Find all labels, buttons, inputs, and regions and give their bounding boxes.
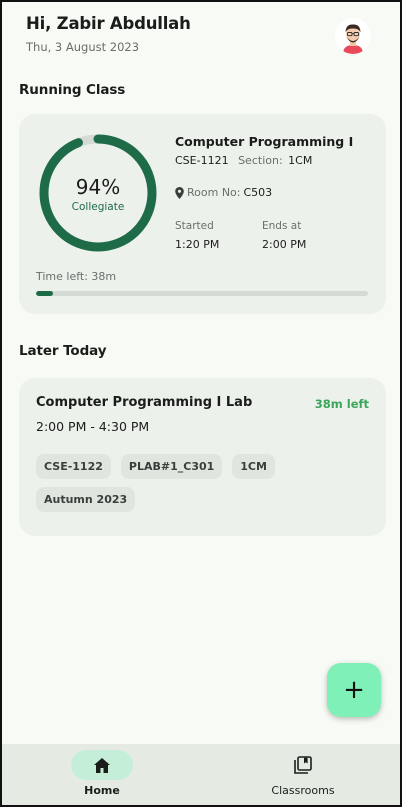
home-icon [94,757,110,773]
room-value: C503 [243,186,273,199]
ends-label: Ends at [262,220,302,232]
later-time-left: 38m left [314,397,369,411]
nav-classrooms-indicator [272,750,334,780]
bottom-navigation: Home Classrooms [2,744,400,805]
greeting-title: Hi, Zabir Abdullah [26,14,191,33]
later-tags: CSE-1122 PLAB#1_C301 1CM Autumn 2023 [36,454,376,512]
tag-chip: PLAB#1_C301 [120,454,223,479]
running-class-card[interactable]: 94% Collegiate Computer Programming I CS… [19,114,386,314]
tag-chip: CSE-1122 [36,454,111,479]
started-time: 1:20 PM [175,238,220,251]
tag-chip: Autumn 2023 [36,487,136,512]
classrooms-icon [294,756,312,774]
ends-time: 2:00 PM [262,238,307,251]
attendance-grade: Collegiate [71,201,125,213]
tag-chip: 1CM [232,454,275,479]
room-label: Room No: [187,186,241,199]
time-left-text: Time left: 38m [36,270,117,283]
later-course-title: Computer Programming I Lab [36,395,253,410]
later-time-range: 2:00 PM - 4:30 PM [36,419,150,434]
nav-item-classrooms[interactable]: Classrooms [244,744,362,805]
time-progress-fill [36,291,53,296]
nav-home-indicator [71,750,133,780]
section-label: Section: [238,154,283,167]
location-pin-icon [175,186,184,199]
nav-home-label: Home [84,784,120,797]
running-course-meta: CSE-1121 Section: 1CM [175,154,312,167]
later-today-heading: Later Today [19,343,107,359]
running-course-title: Computer Programming I [175,134,354,149]
attendance-percent: 94% [75,175,121,199]
running-class-heading: Running Class [19,82,126,98]
current-date: Thu, 3 August 2023 [26,40,140,54]
add-class-button[interactable]: + [327,663,381,717]
running-course-code: CSE-1121 [175,154,229,167]
nav-classrooms-label: Classrooms [271,784,335,797]
later-class-card[interactable]: Computer Programming I Lab 38m left 2:00… [19,378,386,536]
app-screen: Hi, Zabir Abdullah Thu, 3 August 2023 Ru… [0,0,402,807]
section-value: 1CM [288,154,313,167]
plus-icon: + [343,675,365,705]
time-progress-bar [36,291,368,296]
started-label: Started [175,220,214,232]
user-avatar-icon[interactable] [335,18,371,54]
room-info: Room No: C503 [175,186,272,199]
nav-item-home[interactable]: Home [43,744,161,805]
